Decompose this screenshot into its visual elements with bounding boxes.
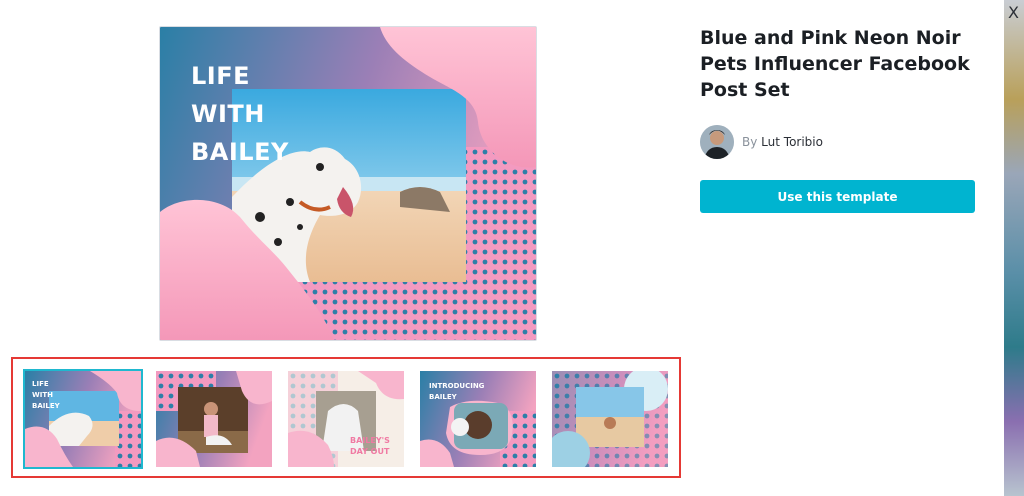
thumbnail-label: BAILEY'S DAY OUT	[350, 436, 390, 456]
preview-headline: LIFE WITH BAILEY	[191, 57, 289, 171]
thumbnail-label: LIFE WITH BAILEY	[32, 380, 60, 410]
template-title: Blue and Pink Neon Noir Pets Influencer …	[700, 27, 970, 101]
thumbnail-3[interactable]: BAILEY'S DAY OUT	[288, 371, 404, 467]
author-prefix: By	[742, 135, 758, 149]
template-preview-modal: X LIFE WITH BAILEY Blue and Pink Neon No…	[0, 0, 1024, 496]
background-overlay	[1004, 0, 1024, 496]
thumbnail-4[interactable]: INTRODUCING BAILEY	[420, 371, 536, 467]
thumbnail-2[interactable]	[156, 371, 272, 467]
author-text: By Lut Toribio	[742, 135, 823, 149]
thumbnail-1[interactable]: LIFE WITH BAILEY	[23, 369, 143, 469]
use-template-button[interactable]: Use this template	[700, 180, 975, 213]
preview-headline-line: WITH	[191, 100, 265, 128]
preview-headline-line: BAILEY	[191, 138, 289, 166]
preview-headline-line: LIFE	[191, 62, 251, 90]
avatar	[700, 125, 734, 159]
thumbnail-label: INTRODUCING BAILEY	[429, 382, 485, 401]
thumbnail-strip: LIFE WITH BAILEY BAILEY'S DAY OUT INTROD…	[11, 357, 681, 478]
author-row[interactable]: By Lut Toribio	[700, 125, 823, 159]
close-icon[interactable]: X	[1008, 2, 1024, 24]
template-preview-image: LIFE WITH BAILEY	[159, 26, 537, 341]
thumbnail-5[interactable]	[552, 371, 668, 467]
author-name[interactable]: Lut Toribio	[761, 135, 823, 149]
